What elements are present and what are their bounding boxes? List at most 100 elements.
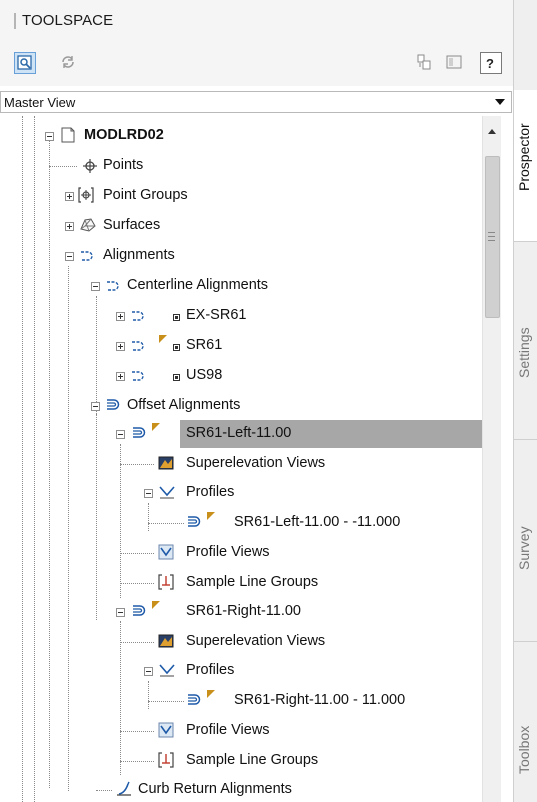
tree-label: SR61-Left-11.00 — [186, 425, 292, 441]
tree-label: SR61-Left-11.00 - -11.000 — [234, 514, 401, 530]
tree-scrollbar[interactable] — [482, 116, 501, 802]
tree-node-right-profile-views[interactable]: Profile Views — [0, 719, 482, 743]
tree-node-alignment-ex-sr61[interactable]: EX-SR61 — [0, 304, 482, 328]
panel-title: TOOLSPACE — [22, 12, 114, 29]
modified-flag-icon — [207, 512, 215, 520]
tree-node-alignment-us98[interactable]: US98 — [0, 364, 482, 388]
tree-label: Profiles — [186, 662, 235, 678]
tree-node-right-superelevation-views[interactable]: Superelevation Views — [0, 630, 482, 654]
tree-node-curb-return-alignments[interactable]: Curb Return Alignments — [0, 778, 482, 802]
copy-icon — [417, 54, 431, 70]
offset-profile-icon — [188, 516, 201, 527]
toolspace-window: TOOLSPACE ? Master View MODLRD02 Points … — [0, 0, 537, 802]
tree-node-right-profile-item[interactable]: SR61-Right-11.00 - 11.000 — [0, 689, 482, 713]
point-group-icon — [78, 187, 94, 203]
collapse-toggle-icon[interactable] — [65, 252, 74, 261]
tree-node-point-groups[interactable]: Point Groups — [0, 184, 482, 208]
tree-node-right-sample-line-groups[interactable]: Sample Line Groups — [0, 749, 482, 773]
tree-guide-line — [120, 731, 154, 732]
title-bar[interactable]: TOOLSPACE — [0, 0, 513, 43]
panel-icon — [446, 55, 462, 69]
offset-profile-icon — [188, 694, 201, 705]
tree-node-centerline-alignments[interactable]: Centerline Alignments — [0, 274, 482, 298]
tree-label: Superelevation Views — [186, 633, 326, 649]
tree-node-drawing[interactable]: MODLRD02 — [0, 124, 482, 148]
expand-toggle-icon[interactable] — [65, 222, 74, 231]
tree-node-left-sample-line-groups[interactable]: Sample Line Groups — [0, 571, 482, 595]
modified-flag-icon — [159, 335, 167, 343]
collapse-toggle-icon[interactable] — [144, 489, 153, 498]
view-selector-dropdown[interactable]: Master View — [0, 91, 512, 113]
expand-toggle-icon[interactable] — [116, 342, 125, 351]
collapse-toggle-icon[interactable] — [91, 402, 100, 411]
tab-label: Settings — [516, 327, 532, 378]
refresh-icon — [62, 56, 74, 68]
surface-icon — [80, 218, 96, 232]
drag-grip-icon[interactable] — [14, 13, 16, 29]
tree-label: EX-SR61 — [186, 307, 247, 323]
prospector-tree: MODLRD02 Points Point Groups Surfaces Al… — [0, 116, 482, 802]
side-tab-strip: Prospector Settings Survey Toolbox — [513, 0, 537, 802]
collapse-toggle-icon[interactable] — [45, 132, 54, 141]
curb-return-icon — [117, 781, 131, 796]
expand-toggle-icon[interactable] — [116, 372, 125, 381]
tab-prospector[interactable]: Prospector — [514, 90, 537, 242]
tree-node-offset-alignments[interactable]: Offset Alignments — [0, 394, 482, 418]
tree-label: Alignments — [103, 247, 175, 263]
tree-label: Surfaces — [103, 217, 161, 233]
tab-label: Prospector — [516, 123, 532, 191]
tree-node-surfaces[interactable]: Surfaces — [0, 214, 482, 238]
item-view-button[interactable] — [14, 52, 36, 74]
tree-label: SR61-Right-11.00 - 11.000 — [234, 692, 406, 708]
tree-label: Sample Line Groups — [186, 752, 319, 768]
tree-node-alignments[interactable]: Alignments — [0, 244, 482, 268]
alignment-icon — [81, 251, 93, 261]
modified-flag-icon — [207, 690, 215, 698]
tree-node-left-profiles[interactable]: Profiles — [0, 481, 482, 505]
help-button[interactable]: ? — [480, 52, 502, 74]
profile-view-icon — [158, 722, 174, 738]
tree-label: Curb Return Alignments — [138, 781, 292, 797]
tab-settings[interactable]: Settings — [514, 242, 537, 440]
tree-node-left-profile-item[interactable]: SR61-Left-11.00 - -11.000 — [0, 511, 482, 535]
tree-label: Superelevation Views — [186, 455, 326, 471]
modified-flag-icon — [152, 423, 160, 431]
offset-alignment-icon — [107, 399, 120, 410]
options-button[interactable] — [444, 52, 466, 74]
tree-node-left-profile-views[interactable]: Profile Views — [0, 541, 482, 565]
collapse-toggle-icon[interactable] — [116, 430, 125, 439]
profile-icon — [159, 486, 175, 499]
tree-node-points[interactable]: Points — [0, 154, 482, 178]
collapse-toggle-icon[interactable] — [91, 282, 100, 291]
expand-toggle-icon[interactable] — [116, 312, 125, 321]
tree-label: US98 — [186, 367, 223, 383]
expand-toggle-icon[interactable] — [65, 192, 74, 201]
tree-node-right-profiles[interactable]: Profiles — [0, 659, 482, 683]
tree-label: SR61 — [186, 337, 223, 353]
tree-guide-line — [148, 701, 184, 702]
superelevation-view-icon — [158, 456, 174, 470]
collapse-toggle-icon[interactable] — [144, 667, 153, 676]
copy-button[interactable] — [414, 52, 436, 74]
tab-survey[interactable]: Survey — [514, 440, 537, 642]
tab-toolbox[interactable]: Toolbox — [514, 642, 537, 802]
offset-alignment-icon — [133, 605, 146, 616]
tree-label: Point Groups — [103, 187, 188, 203]
tree-guide-line — [96, 790, 112, 791]
refresh-button[interactable] — [58, 52, 80, 74]
offset-alignment-icon — [133, 427, 146, 438]
tree-node-sr61-right[interactable]: SR61-Right-11.00 — [0, 600, 482, 624]
tree-node-alignment-sr61[interactable]: SR61 — [0, 334, 482, 358]
tree-label: MODLRD02 — [84, 127, 164, 143]
scroll-up-arrow-icon[interactable] — [488, 129, 496, 134]
tree-node-sr61-left[interactable]: SR61-Left-11.00 — [0, 422, 482, 446]
collapse-toggle-icon[interactable] — [116, 608, 125, 617]
tree-guide-line — [120, 464, 154, 465]
profile-view-icon — [158, 544, 174, 560]
tree-label: Offset Alignments — [127, 397, 241, 413]
tree-node-left-superelevation-views[interactable]: Superelevation Views — [0, 452, 482, 476]
modified-flag-icon — [152, 601, 160, 609]
dropdown-arrow-icon[interactable] — [495, 99, 505, 105]
profile-icon — [159, 664, 175, 677]
superelevation-view-icon — [158, 634, 174, 648]
